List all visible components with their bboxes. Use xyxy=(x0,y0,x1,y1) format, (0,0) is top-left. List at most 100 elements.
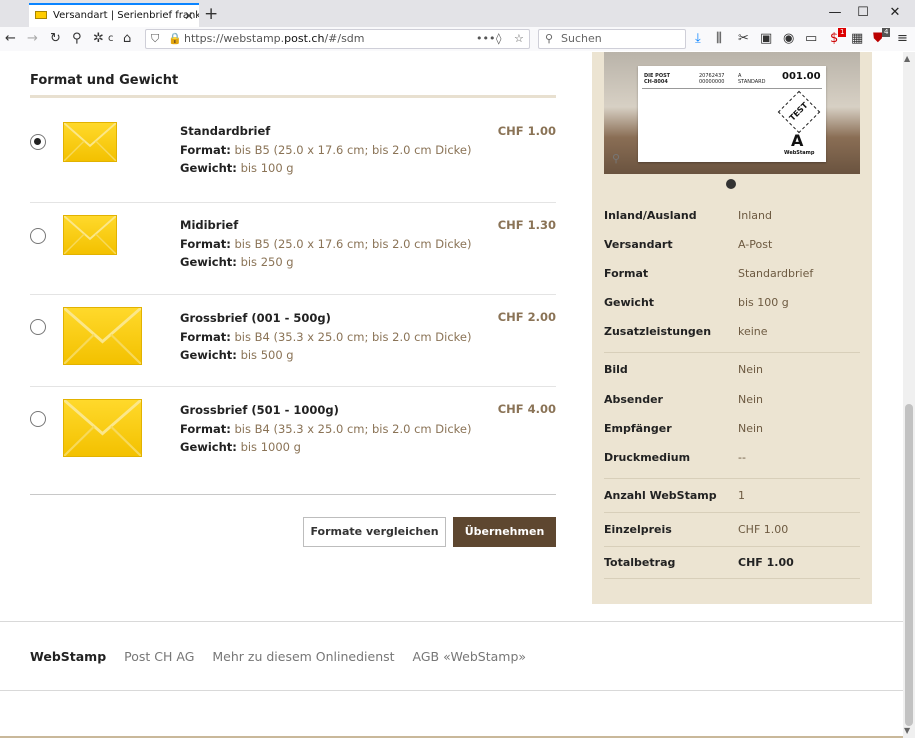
section-title: Format und Gewicht xyxy=(30,73,179,88)
search-icon: ⚲ xyxy=(545,32,554,45)
envelope-large-icon xyxy=(63,307,142,365)
scrollbar[interactable]: ▲ ▼ xyxy=(903,52,915,738)
footer-link-agb[interactable]: AGB «WebStamp» xyxy=(413,649,527,664)
maximize-icon[interactable]: ☐ xyxy=(848,0,878,27)
format-label: Format: xyxy=(180,421,231,436)
lock-icon: 🔒 xyxy=(168,32,182,45)
page-content: Format und Gewicht Standardbrief Format:… xyxy=(0,52,903,738)
weight-value: bis 500 g xyxy=(240,348,294,362)
minimize-icon[interactable]: — xyxy=(820,0,850,27)
reload-icon[interactable]: ↻ xyxy=(50,29,61,49)
shield-icon[interactable]: ⛉ xyxy=(151,30,159,48)
option-details: Standardbrief Format: bis B5 (25.0 x 17.… xyxy=(180,122,471,178)
option-standardbrief[interactable]: Standardbrief Format: bis B5 (25.0 x 17.… xyxy=(30,104,556,203)
radio-grossbrief-1000[interactable] xyxy=(30,411,46,427)
summary-divider xyxy=(604,352,860,353)
weight-value: bis 250 g xyxy=(240,255,294,269)
zoom-icon[interactable]: ⚲ xyxy=(612,152,620,165)
format-label: Format: xyxy=(180,329,231,344)
stamp-preview: DIE POST CH-8004 20762437 00000000 A STANDA… xyxy=(638,66,826,162)
option-details: Grossbrief (001 - 500g) Format: bis B4 (… xyxy=(180,309,471,365)
format-value: bis B5 (25.0 x 17.6 cm; bis 2.0 cm Dicke… xyxy=(234,142,472,157)
back-icon[interactable]: ← xyxy=(5,29,16,49)
option-name: Standardbrief xyxy=(180,124,271,138)
option-name: Grossbrief (001 - 500g) xyxy=(180,311,331,325)
window-close-icon[interactable]: ✕ xyxy=(880,0,910,27)
summary-divider xyxy=(604,478,860,479)
browser-tab[interactable]: Versandart | Serienbrief frankieren ✕ xyxy=(29,3,199,27)
envelope-small-icon xyxy=(63,215,117,255)
reader-view-icon[interactable]: ▭ xyxy=(805,29,817,49)
compare-formats-button[interactable]: Formate vergleichen xyxy=(303,517,446,547)
menu-icon[interactable]: ≡ xyxy=(897,29,908,49)
more-icon[interactable]: ••• xyxy=(476,30,495,48)
format-label: Format: xyxy=(180,142,231,157)
footer-link-company[interactable]: Post CH AG xyxy=(124,649,194,664)
extension-g-icon[interactable]: ◉ xyxy=(783,29,794,49)
weight-label: Gewicht: xyxy=(180,348,237,362)
settings-icon[interactable]: ✲ xyxy=(93,29,104,49)
screenshot-icon[interactable]: ✂ xyxy=(738,29,749,49)
option-grossbrief-1000[interactable]: Grossbrief (501 - 1000g) Format: bis B4 … xyxy=(30,387,556,479)
stamp-preview-image[interactable]: DIE POST CH-8004 20762437 00000000 A STANDA… xyxy=(604,52,860,174)
weight-value: bis 1000 g xyxy=(240,440,301,454)
tab-title: Versandart | Serienbrief frankieren xyxy=(53,10,199,21)
weight-value: bis 100 g xyxy=(240,161,294,175)
bookmark-star-icon[interactable]: ☆ xyxy=(514,30,524,48)
sidebar-icon[interactable]: ▣ xyxy=(760,29,772,49)
home-icon[interactable]: ⌂ xyxy=(123,29,131,49)
footer-brand: WebStamp xyxy=(30,649,107,664)
footer-link-more[interactable]: Mehr zu diesem Onlinedienst xyxy=(212,649,394,664)
option-name: Midibrief xyxy=(180,218,239,232)
option-grossbrief-500[interactable]: Grossbrief (001 - 500g) Format: bis B4 (… xyxy=(30,295,556,387)
envelope-small-icon xyxy=(63,122,117,162)
badge-2: 4 xyxy=(882,28,891,37)
scroll-down-icon[interactable]: ▼ xyxy=(904,726,910,735)
reader-icon[interactable]: ⚲ xyxy=(72,29,82,49)
url-bar[interactable]: ⛉ 🔒 https://webstamp.post.ch/#/sdm ••• ◊… xyxy=(145,29,530,49)
stamp-line xyxy=(642,88,822,89)
tab-close-icon[interactable]: ✕ xyxy=(184,5,194,27)
option-price: CHF 4.00 xyxy=(497,402,556,416)
badge-1: 1 xyxy=(838,28,847,37)
scrollbar-thumb[interactable] xyxy=(905,404,913,726)
radio-midibrief[interactable] xyxy=(30,228,46,244)
summary-divider xyxy=(604,578,860,579)
stamp-test-mark: TEST xyxy=(777,90,821,134)
library-icon[interactable]: ⫼ xyxy=(716,29,722,49)
option-name: Grossbrief (501 - 1000g) xyxy=(180,403,339,417)
new-tab-icon[interactable]: + xyxy=(204,3,218,25)
pocket-icon[interactable]: ◊ xyxy=(496,30,501,48)
stamp-class-letter: A xyxy=(791,131,804,150)
apply-button[interactable]: Übernehmen xyxy=(453,517,556,547)
stamp-code: 20762437 00000000 xyxy=(699,73,725,85)
format-value: bis B4 (35.3 x 25.0 cm; bis 2.0 cm Dicke… xyxy=(234,329,472,344)
radio-standardbrief[interactable] xyxy=(30,134,46,150)
summary-panel: DIE POST CH-8004 20762437 00000000 A STANDA… xyxy=(592,52,872,604)
url-domain: post.ch xyxy=(284,32,325,45)
carousel-dot[interactable] xyxy=(726,179,736,189)
envelope-large-icon xyxy=(63,399,142,457)
radio-grossbrief-500[interactable] xyxy=(30,319,46,335)
format-label: Format: xyxy=(180,236,231,251)
option-midibrief[interactable]: Midibrief Format: bis B5 (25.0 x 17.6 cm… xyxy=(30,203,556,295)
tab-bar: Versandart | Serienbrief frankieren ✕ + … xyxy=(0,0,915,27)
option-price: CHF 1.00 xyxy=(497,124,556,138)
c-icon[interactable]: c xyxy=(108,29,114,49)
stamp-number: 001.00 xyxy=(782,71,821,82)
format-value: bis B4 (35.3 x 25.0 cm; bis 2.0 cm Dicke… xyxy=(234,421,472,436)
weight-label: Gewicht: xyxy=(180,255,237,269)
stamp-logo: DIE POST CH-8004 xyxy=(644,73,671,85)
extension-grid-icon[interactable]: ▦ xyxy=(851,29,863,49)
url-suffix: /#/sdm xyxy=(324,32,365,45)
option-details: Grossbrief (501 - 1000g) Format: bis B4 … xyxy=(180,401,471,457)
weight-label: Gewicht: xyxy=(180,440,237,454)
option-details: Midibrief Format: bis B5 (25.0 x 17.6 cm… xyxy=(180,216,471,272)
weight-label: Gewicht: xyxy=(180,161,237,175)
scroll-up-icon[interactable]: ▲ xyxy=(904,54,910,63)
download-icon[interactable]: ⤓ xyxy=(695,29,701,49)
nav-bar: ← → ↻ ⚲ ✲ c ⌂ ⛉ 🔒 https://webstamp.post.… xyxy=(0,27,915,51)
forward-icon[interactable]: → xyxy=(27,29,38,49)
search-bar[interactable]: ⚲ Suchen xyxy=(538,29,686,49)
footer: WebStamp Post CH AG Mehr zu diesem Onlin… xyxy=(30,649,540,664)
